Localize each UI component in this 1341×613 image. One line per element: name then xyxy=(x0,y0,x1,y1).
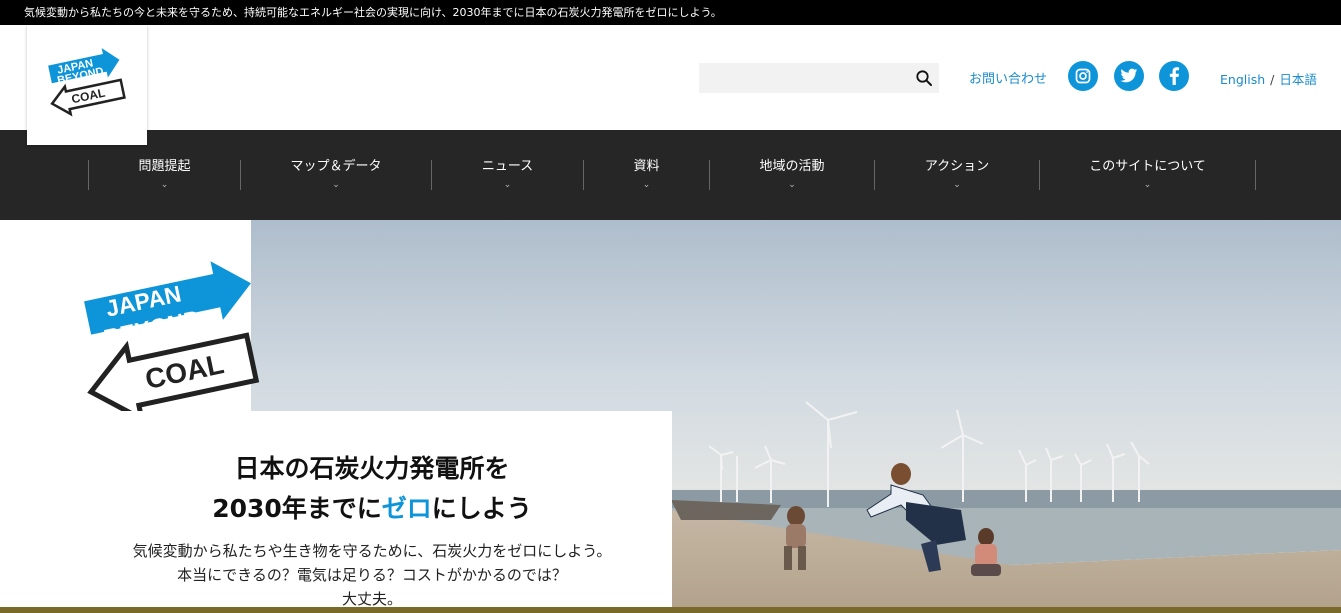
hero-message-card: 日本の石炭火力発電所を 2030年までにゼロにしよう 気候変動から私たちや生き物… xyxy=(72,411,672,607)
hero-section: JAPAN BEYOND COAL 日本の石炭火力発電所を 2030年までにゼロ… xyxy=(0,220,1341,607)
lang-english-link[interactable]: English xyxy=(1220,72,1265,87)
hero-title-line2-post: にしよう xyxy=(431,494,532,523)
search-box xyxy=(699,63,939,93)
hero-lead-line1: 気候変動から私たちや生き物を守るために、石炭火力をゼロにしよう。 xyxy=(132,542,612,560)
contact-link[interactable]: お問い合わせ xyxy=(969,68,1047,87)
bottom-accent-bar xyxy=(0,607,1341,613)
announcement-text: 気候変動から私たちの今と未来を守るため、持続可能なエネルギー社会の実現に向け、2… xyxy=(24,6,722,19)
search-icon[interactable] xyxy=(915,69,933,87)
nav-item-map-data[interactable]: マップ＆データ ⌄ xyxy=(241,159,431,191)
site-header: お問い合わせ English / 日本語 xyxy=(0,25,1341,130)
top-announcement-bar: 気候変動から私たちの今と未来を守るため、持続可能なエネルギー社会の実現に向け、2… xyxy=(0,0,1341,25)
nav-item-about[interactable]: このサイトについて ⌄ xyxy=(1040,159,1255,191)
chevron-down-icon: ⌄ xyxy=(788,180,796,190)
hero-lead-line3: 大丈夫。 xyxy=(341,590,402,607)
japan-beyond-coal-logo: JAPAN BEYOND COAL xyxy=(48,48,126,117)
hero-title-accent: ゼロ xyxy=(381,494,432,523)
nav-item-label: アクション xyxy=(924,159,990,174)
twitter-button[interactable] xyxy=(1114,61,1144,91)
instagram-icon xyxy=(1075,68,1091,84)
nav-item-label: 地域の活動 xyxy=(759,159,825,174)
hero-lead: 気候変動から私たちや生き物を守るために、石炭火力をゼロにしよう。 本当にできるの… xyxy=(72,539,672,607)
chevron-down-icon: ⌄ xyxy=(503,180,512,190)
nav-item-action[interactable]: アクション ⌄ xyxy=(875,159,1039,191)
nav-item-label: 問題提起 xyxy=(138,159,191,174)
lang-japanese-link[interactable]: 日本語 xyxy=(1279,72,1317,87)
site-logo[interactable]: JAPAN BEYOND COAL xyxy=(27,25,147,145)
main-navigation: 問題提起 ⌄ マップ＆データ ⌄ ニュース ⌄ 資料 ⌄ 地域の活動 ⌄ アクシ… xyxy=(0,130,1341,220)
hero-title-line2-pre: 2030年までに xyxy=(212,494,382,523)
hero-lead-line2: 本当にできるの？電気は足りる？コストがかかるのでは？ xyxy=(177,566,567,584)
nav-item-issues[interactable]: 問題提起 ⌄ xyxy=(89,159,240,191)
nav-divider xyxy=(1255,160,1256,190)
nav-item-label: マップ＆データ xyxy=(290,159,382,174)
facebook-icon xyxy=(1169,67,1180,85)
chevron-down-icon: ⌄ xyxy=(1143,180,1152,190)
nav-item-label: このサイトについて xyxy=(1089,159,1206,174)
nav-item-materials[interactable]: 資料 ⌄ xyxy=(584,159,709,191)
twitter-icon xyxy=(1120,68,1138,83)
lang-separator: / xyxy=(1270,72,1275,87)
nav-item-local-activities[interactable]: 地域の活動 ⌄ xyxy=(710,159,874,191)
hero-title-line1: 日本の石炭火力発電所を xyxy=(234,454,510,483)
facebook-button[interactable] xyxy=(1159,61,1189,91)
chevron-down-icon: ⌄ xyxy=(332,180,340,190)
language-switcher: English / 日本語 xyxy=(1220,69,1317,88)
nav-item-label: 資料 xyxy=(633,159,660,174)
chevron-down-icon: ⌄ xyxy=(953,180,961,190)
chevron-down-icon: ⌄ xyxy=(642,180,651,190)
search-input[interactable] xyxy=(699,63,907,93)
nav-item-news[interactable]: ニュース ⌄ xyxy=(432,159,583,191)
hero-title: 日本の石炭火力発電所を 2030年までにゼロにしよう xyxy=(72,449,672,529)
instagram-button[interactable] xyxy=(1068,61,1098,91)
nav-item-label: ニュース xyxy=(481,159,534,174)
chevron-down-icon: ⌄ xyxy=(160,180,169,190)
